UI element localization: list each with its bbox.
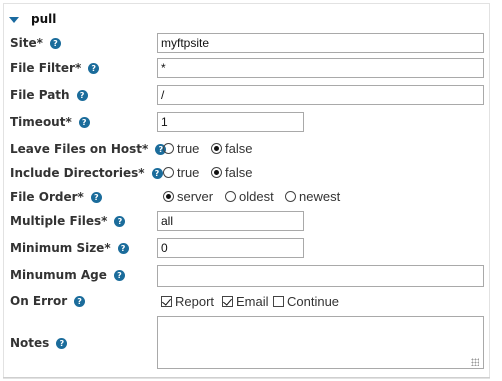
file-order-label: File Order* <box>10 190 84 204</box>
on-error-label: On Error <box>10 294 68 308</box>
radio-false[interactable] <box>211 167 222 178</box>
radio-true[interactable] <box>163 143 174 154</box>
help-icon[interactable]: ? <box>49 37 61 49</box>
resize-grip-icon[interactable] <box>471 358 479 366</box>
include-dirs-false-option[interactable]: false <box>211 165 252 180</box>
multiple-files-label: Multiple Files* <box>10 214 108 228</box>
leave-files-label: Leave Files on Host* <box>10 142 149 156</box>
file-filter-row: File Filter* ? <box>10 58 100 78</box>
help-icon[interactable]: ? <box>151 167 163 179</box>
radio-oldest[interactable] <box>225 191 236 202</box>
include-dirs-row: Include Directories* ? <box>10 163 163 183</box>
minimum-size-label: Minimum Size* <box>10 241 111 255</box>
help-icon[interactable]: ? <box>114 215 126 227</box>
file-filter-input[interactable] <box>157 58 484 78</box>
help-icon[interactable]: ? <box>113 269 125 281</box>
notes-row: Notes ? <box>10 333 68 353</box>
help-icon[interactable]: ? <box>76 89 88 101</box>
radio-server[interactable] <box>163 191 174 202</box>
multiple-files-input[interactable] <box>157 211 304 231</box>
site-row: Site* ? <box>10 33 61 53</box>
option-label: Email <box>236 294 269 309</box>
file-order-row: File Order* ? <box>10 187 102 207</box>
help-icon[interactable]: ? <box>74 295 86 307</box>
section-title: pull <box>31 12 57 26</box>
panel-bottom-divider <box>3 377 490 378</box>
minimum-age-input[interactable] <box>157 265 484 287</box>
file-path-row: File Path ? <box>10 85 88 105</box>
on-error-continue-option[interactable]: Continue <box>273 294 339 309</box>
include-dirs-label: Include Directories* <box>10 166 145 180</box>
option-label: server <box>177 189 214 204</box>
minimum-age-label: Minumum Age <box>10 268 107 282</box>
option-label: true <box>177 141 200 156</box>
help-icon[interactable]: ? <box>117 242 129 254</box>
option-label: newest <box>299 189 341 204</box>
option-label: Continue <box>287 294 340 309</box>
on-error-email-option[interactable]: Email <box>222 294 269 309</box>
option-label: true <box>177 165 200 180</box>
minimum-size-input[interactable] <box>157 238 304 258</box>
help-icon[interactable]: ? <box>88 62 100 74</box>
file-path-input[interactable] <box>157 85 484 105</box>
on-error-row: On Error ? <box>10 291 86 311</box>
radio-newest[interactable] <box>285 191 296 202</box>
file-path-label: File Path <box>10 88 70 102</box>
option-label: false <box>225 165 253 180</box>
help-icon[interactable]: ? <box>78 116 90 128</box>
leave-files-true-option[interactable]: true <box>163 141 199 156</box>
multiple-files-row: Multiple Files* ? <box>10 211 126 231</box>
minimum-size-row: Minimum Size* ? <box>10 238 129 258</box>
file-order-newest-option[interactable]: newest <box>285 189 340 204</box>
help-icon[interactable]: ? <box>90 191 102 203</box>
leave-files-row: Leave Files on Host* ? <box>10 139 167 159</box>
option-label: false <box>225 141 253 156</box>
include-dirs-true-option[interactable]: true <box>163 165 199 180</box>
report-checkbox[interactable] <box>161 296 172 307</box>
help-icon[interactable]: ? <box>56 337 68 349</box>
leave-files-false-option[interactable]: false <box>211 141 252 156</box>
option-label: Report <box>175 294 215 309</box>
timeout-label: Timeout* <box>10 115 72 129</box>
site-input[interactable] <box>157 33 484 53</box>
on-error-report-option[interactable]: Report <box>161 294 214 309</box>
continue-checkbox[interactable] <box>273 296 284 307</box>
radio-true[interactable] <box>163 167 174 178</box>
file-order-oldest-option[interactable]: oldest <box>225 189 274 204</box>
radio-false[interactable] <box>211 143 222 154</box>
notes-textarea[interactable] <box>157 316 484 369</box>
minimum-age-row: Minumum Age ? <box>10 265 125 285</box>
section-header[interactable]: pull <box>9 9 56 29</box>
collapse-caret-icon[interactable] <box>9 16 19 23</box>
file-order-server-option[interactable]: server <box>163 189 213 204</box>
file-filter-label: File Filter* <box>10 61 82 75</box>
timeout-row: Timeout* ? <box>10 112 90 132</box>
notes-label: Notes <box>10 336 50 350</box>
email-checkbox[interactable] <box>222 296 233 307</box>
option-label: oldest <box>239 189 274 204</box>
timeout-input[interactable] <box>157 112 304 132</box>
site-label: Site* <box>10 36 43 50</box>
